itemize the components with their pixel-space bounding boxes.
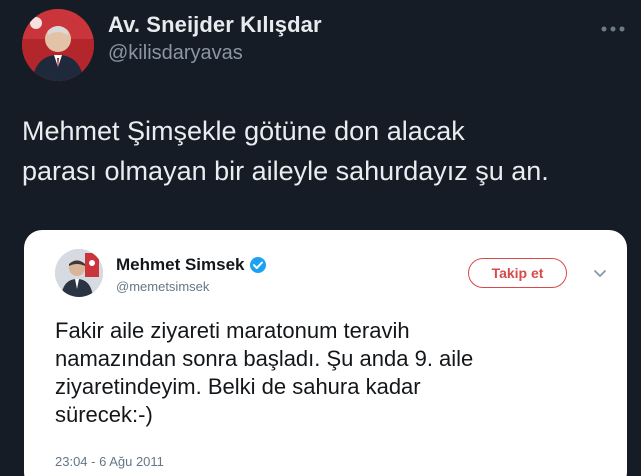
author-name[interactable]: Av. Sneijder Kılışdar [108,12,322,38]
chevron-down-icon [593,266,607,277]
author-avatar[interactable] [22,9,94,81]
avatar-image [22,9,94,81]
tweet-text-line: parası olmayan bir aileyle sahurdayız şu… [22,156,549,186]
follow-button: Takip et [468,258,567,288]
embedded-text-line: sürecek:-) [55,402,153,427]
embedded-author-handle: @memetsimsek [116,279,210,294]
more-horizontal-icon[interactable] [599,22,627,36]
embedded-avatar-image [55,249,103,297]
embedded-text-line: Fakir aile ziyareti maratonum teravih [55,318,410,343]
embedded-author-name: Mehmet Simsek [116,255,245,274]
embedded-text-line: ziyaretindeyim. Belki de sahura kadar [55,374,421,399]
embedded-name-row: Mehmet Simsek [116,255,267,275]
verified-badge-icon [249,256,267,274]
embedded-text-line: namazından sonra başladı. Şu anda 9. ail… [55,346,474,371]
embedded-author-avatar [55,249,103,297]
embedded-timestamp: 23:04 - 6 Ağu 2011 [55,454,164,469]
tweet-text: Mehmet Şimşekle götüne don alacak parası… [22,111,627,191]
tweet-page: Av. Sneijder Kılışdar @kilisdaryavas Meh… [0,0,641,476]
tweet-text-line: Mehmet Şimşekle götüne don alacak [22,116,465,146]
embedded-tweet-text: Fakir aile ziyareti maratonum teravih na… [55,317,615,429]
embedded-tweet-image[interactable]: Mehmet Simsek @memetsimsek Takip et Faki… [24,230,627,476]
author-handle[interactable]: @kilisdaryavas [108,42,243,65]
